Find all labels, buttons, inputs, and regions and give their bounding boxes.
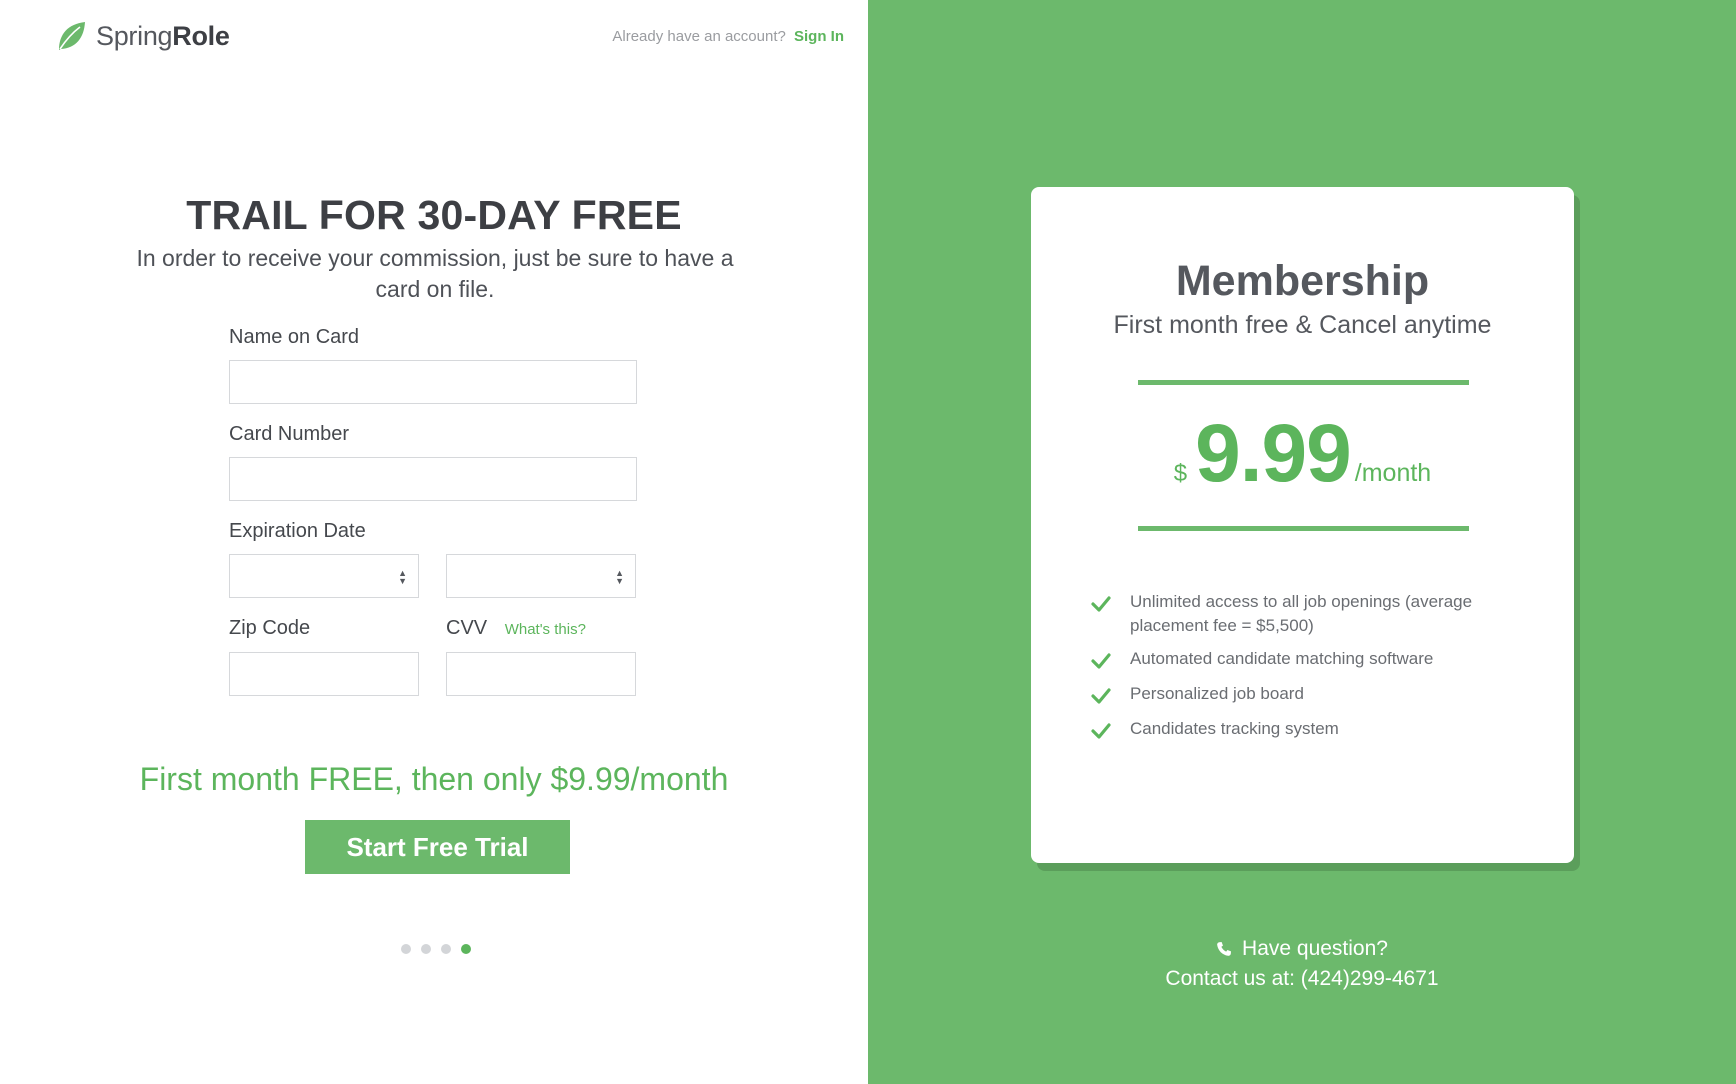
membership-title: Membership [1175, 257, 1430, 305]
zip-group: Zip Code [229, 617, 419, 696]
payment-form: Name on Card Card Number Expiration Date… [229, 326, 637, 696]
cvv-group: CVV What's this? [446, 617, 636, 696]
pagination-dot[interactable] [421, 944, 431, 954]
expiration-group: Expiration Date ▲ ▼ ▲ ▼ [229, 520, 637, 598]
card-number-label: Card Number [229, 423, 350, 445]
page-title: TRAIL FOR 30-DAY FREE [186, 192, 682, 238]
account-prompt-text: Already have an account? [612, 28, 786, 45]
check-icon [1091, 723, 1111, 739]
contact-question-text: Have question? [1242, 937, 1388, 960]
check-icon [1091, 688, 1111, 704]
membership-subtitle: First month free & Cancel anytime [1113, 311, 1492, 339]
price-currency: $ [1173, 460, 1188, 487]
select-arrows-icon: ▲ ▼ [615, 568, 624, 586]
cvv-help-link[interactable]: What's this? [505, 621, 586, 638]
zip-cvv-row: Zip Code CVV What's this? [229, 617, 637, 696]
feature-item: Candidates tracking system [1091, 717, 1521, 743]
name-group: Name on Card [229, 326, 637, 404]
feature-text: Unlimited access to all job openings (av… [1130, 592, 1473, 635]
feature-item: Personalized job board [1091, 682, 1521, 708]
cvv-label-row: CVV What's this? [446, 617, 636, 645]
contact-question: Have question? [1216, 935, 1388, 963]
feature-text: Personalized job board [1130, 684, 1304, 703]
cvv-input[interactable] [446, 652, 636, 696]
cvv-label: CVV [446, 617, 488, 639]
membership-card: Membership First month free & Cancel any… [1031, 187, 1574, 863]
pagination-dot[interactable] [461, 944, 471, 954]
feature-text: Candidates tracking system [1130, 719, 1339, 738]
brand-logo[interactable]: SpringRole [56, 20, 230, 52]
feature-list: Unlimited access to all job openings (av… [1091, 590, 1521, 752]
membership-panel: Membership First month free & Cancel any… [868, 0, 1736, 1084]
price-divider-top [1138, 380, 1469, 385]
select-arrows-icon: ▲ ▼ [398, 568, 407, 586]
contact-block: Have question? Contact us at: (424)299-4… [868, 935, 1736, 993]
check-icon [1091, 596, 1111, 612]
price: $ 9.99 /month [1031, 407, 1574, 501]
zip-label: Zip Code [229, 617, 311, 639]
price-amount: 9.99 [1195, 408, 1352, 499]
exp-month-select[interactable]: ▲ ▼ [229, 554, 419, 598]
feature-item: Automated candidate matching software [1091, 647, 1521, 673]
brand-name: SpringRole [96, 20, 230, 51]
promo-text: First month FREE, then only $9.99/month [139, 761, 729, 797]
start-free-trial-button[interactable]: Start Free Trial [305, 820, 570, 874]
signup-page: SpringRole Already have an account? Sign… [0, 0, 1736, 1084]
card-number-input[interactable] [229, 457, 637, 501]
feature-text: Automated candidate matching software [1130, 649, 1434, 668]
exp-year-select[interactable]: ▲ ▼ [446, 554, 636, 598]
pagination-dots [401, 944, 471, 954]
pagination-dot[interactable] [441, 944, 451, 954]
leaf-icon [59, 22, 85, 50]
price-divider-bottom [1138, 526, 1469, 531]
expiration-row: ▲ ▼ ▲ ▼ [229, 554, 637, 598]
pagination-dot[interactable] [401, 944, 411, 954]
expiration-label: Expiration Date [229, 520, 366, 542]
name-on-card-input[interactable] [229, 360, 637, 404]
feature-item: Unlimited access to all job openings (av… [1091, 590, 1521, 638]
phone-icon [1217, 942, 1232, 956]
card-group: Card Number [229, 423, 637, 501]
page-subtitle: In order to receive your commission, jus… [136, 245, 734, 302]
name-label: Name on Card [229, 326, 360, 348]
check-icon [1091, 653, 1111, 669]
signin-link[interactable]: Sign In [794, 28, 844, 45]
zip-code-input[interactable] [229, 652, 419, 696]
signin-prompt: Already have an account? Sign In [612, 28, 844, 45]
contact-phone[interactable]: Contact us at: (424)299-4671 [868, 965, 1736, 993]
price-period: /month [1354, 459, 1432, 487]
signup-panel: SpringRole Already have an account? Sign… [0, 0, 868, 1084]
